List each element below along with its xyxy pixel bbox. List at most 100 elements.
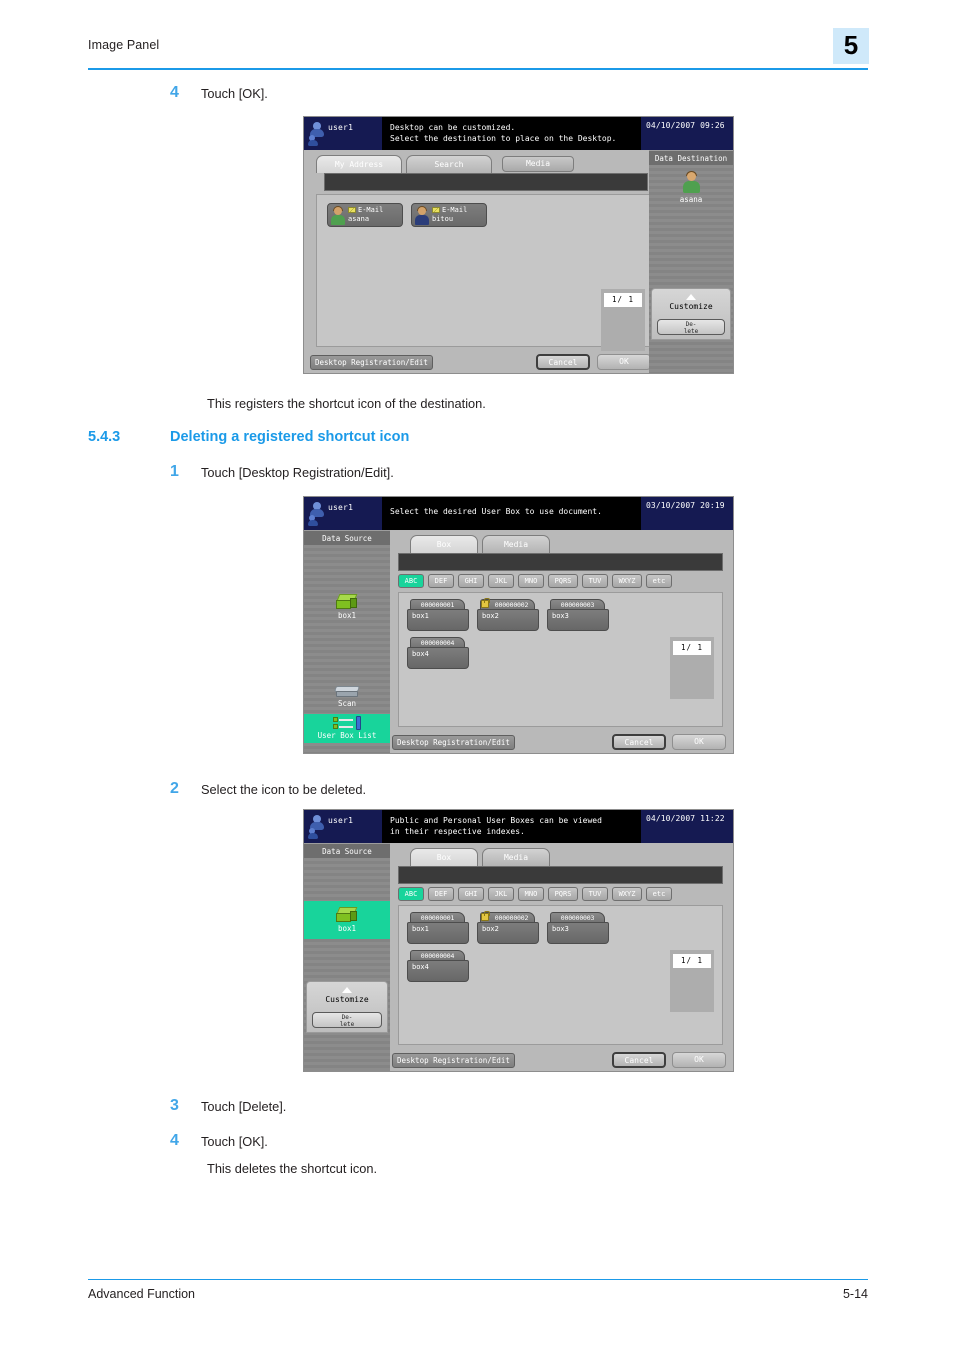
index-tab-jkl[interactable]: JKL xyxy=(488,887,514,901)
sidebar-title: Data Destination xyxy=(649,150,733,165)
index-tab-row-2: ABC DEF GHI JKL MNO PQRS TUV WXYZ etc xyxy=(398,574,723,588)
page-indicator-value: 1/ 1 xyxy=(604,293,642,307)
lcd-user-area: user1 xyxy=(304,810,382,843)
index-tab-wxyz[interactable]: WXYZ xyxy=(612,574,642,588)
lcd-datetime: 04/10/2007 11:22 xyxy=(646,814,725,823)
tab-search[interactable]: Search xyxy=(406,155,492,173)
index-tab-abc[interactable]: ABC xyxy=(398,887,424,901)
tab-box[interactable]: Box xyxy=(410,848,478,866)
search-input-2[interactable] xyxy=(398,553,723,571)
lcd-message: Public and Personal User Boxes can be vi… xyxy=(390,816,602,836)
box-entry-box1[interactable]: 000000001 box1 xyxy=(407,912,469,944)
box-entry-box4[interactable]: 000000004 box4 xyxy=(407,950,469,982)
chapter-badge: 5 xyxy=(833,28,869,64)
sidebar-title: Data Source xyxy=(304,530,390,545)
box-entry-box3[interactable]: 000000003 box3 xyxy=(547,599,609,631)
person-icon xyxy=(331,206,345,225)
ok-button[interactable]: OK xyxy=(672,1052,726,1068)
sidebar-item-box1-selected[interactable]: box1 xyxy=(304,901,390,939)
customize-panel[interactable]: Customize De- lete xyxy=(306,981,388,1033)
delete-button[interactable]: De- lete xyxy=(657,319,725,335)
box-entry-box2[interactable]: 000000002 box2 xyxy=(477,911,539,944)
sidebar-title: Data Source xyxy=(304,843,390,858)
ok-button[interactable]: OK xyxy=(597,354,651,370)
step-instruction: Touch [Desktop Registration/Edit]. xyxy=(201,465,394,480)
caret-up-icon xyxy=(342,987,352,993)
box-entry-box1[interactable]: 000000001 box1 xyxy=(407,599,469,631)
tab-media[interactable]: Media xyxy=(502,156,574,172)
index-tab-etc[interactable]: etc xyxy=(646,574,672,588)
section-title: Deleting a registered shortcut icon xyxy=(170,429,410,445)
box-name: box2 xyxy=(477,609,539,631)
lcd-message: Desktop can be customized. Select the de… xyxy=(390,123,617,143)
sidebar-item-label: User Box List xyxy=(317,731,377,740)
lcd-bottom-bar-3: Desktop Registration/Edit Cancel OK xyxy=(390,1051,733,1071)
sidebar-item-scan[interactable]: Scan xyxy=(304,686,390,708)
page-footer: Advanced Function 5-14 xyxy=(88,1279,868,1301)
user-avatar-icon xyxy=(308,815,325,839)
box-name: box4 xyxy=(407,960,469,982)
index-tab-tuv[interactable]: TUV xyxy=(582,574,608,588)
sidebar-item-user-box-list[interactable]: User Box List xyxy=(304,714,390,743)
index-tab-mno[interactable]: MNO xyxy=(518,574,544,588)
index-tab-mno[interactable]: MNO xyxy=(518,887,544,901)
desktop-registration-edit-button[interactable]: Desktop Registration/Edit xyxy=(310,355,433,370)
step-number: 2 xyxy=(170,780,179,797)
delete-button[interactable]: De- lete xyxy=(312,1012,382,1028)
result-text-1: This registers the shortcut icon of the … xyxy=(207,396,486,411)
sidebar-item-box1[interactable]: box1 xyxy=(304,594,390,620)
ok-button[interactable]: OK xyxy=(672,734,726,750)
header-rule xyxy=(88,68,868,70)
box-entry-box3[interactable]: 000000003 box3 xyxy=(547,912,609,944)
search-input-1[interactable] xyxy=(324,173,648,191)
customize-panel[interactable]: Customize De- lete xyxy=(651,288,731,340)
tab-box[interactable]: Box xyxy=(410,535,478,553)
lcd-datetime: 04/10/2007 09:26 xyxy=(646,121,725,130)
tab-media[interactable]: Media xyxy=(482,848,550,866)
page-header: Image Panel xyxy=(88,36,868,70)
section-number: 5.4.3 xyxy=(88,429,121,445)
envelope-icon xyxy=(348,207,356,213)
box-entry-box4[interactable]: 000000004 box4 xyxy=(407,637,469,669)
index-tab-jkl[interactable]: JKL xyxy=(488,574,514,588)
index-tab-abc[interactable]: ABC xyxy=(398,574,424,588)
lcd-screenshot-2: user1 Select the desired User Box to use… xyxy=(303,496,734,754)
box-name: box1 xyxy=(407,609,469,631)
tab-bar-2: Box Media xyxy=(402,535,682,553)
index-tab-tuv[interactable]: TUV xyxy=(582,887,608,901)
address-type: E-Mail xyxy=(358,206,384,214)
box-entry-box2[interactable]: 000000002 box2 xyxy=(477,598,539,631)
box-list-pane-3: 000000001 box1 000000002 box2 000000003 … xyxy=(398,905,723,1045)
caret-up-icon xyxy=(686,294,696,300)
index-tab-pqrs[interactable]: PQRS xyxy=(548,887,578,901)
index-tab-pqrs[interactable]: PQRS xyxy=(548,574,578,588)
page-indicator-2: 1/ 1 xyxy=(670,637,714,699)
tab-my-address[interactable]: My Address xyxy=(316,155,402,173)
index-tab-etc[interactable]: etc xyxy=(646,887,672,901)
tab-media[interactable]: Media xyxy=(482,535,550,553)
desktop-registration-edit-button[interactable]: Desktop Registration/Edit xyxy=(392,735,515,750)
cancel-button[interactable]: Cancel xyxy=(612,734,666,750)
scanner-icon xyxy=(334,686,360,698)
index-tab-def[interactable]: DEF xyxy=(428,574,454,588)
index-tab-ghi[interactable]: GHI xyxy=(458,574,484,588)
page-indicator-value: 1/ 1 xyxy=(673,641,711,655)
cancel-button[interactable]: Cancel xyxy=(536,354,590,370)
address-entry-asana[interactable]: E-Mail asana xyxy=(327,203,403,227)
page-indicator-1: 1/ 1 xyxy=(601,289,645,351)
sidebar-entry-asana[interactable]: asana xyxy=(649,171,733,204)
index-tab-def[interactable]: DEF xyxy=(428,887,454,901)
index-tab-ghi[interactable]: GHI xyxy=(458,887,484,901)
search-input-3[interactable] xyxy=(398,866,723,884)
address-entry-bitou[interactable]: E-Mail bitou xyxy=(411,203,487,227)
desktop-registration-edit-button[interactable]: Desktop Registration/Edit xyxy=(392,1053,515,1068)
sidebar-item-label: Scan xyxy=(337,699,357,708)
step-number: 4 xyxy=(170,1132,179,1149)
page-indicator-value: 1/ 1 xyxy=(673,954,711,968)
step-instruction: Select the icon to be deleted. xyxy=(201,782,367,797)
person-icon xyxy=(415,206,429,225)
lcd-datetime: 03/10/2007 20:19 xyxy=(646,501,725,510)
step-instruction: Touch [OK]. xyxy=(201,86,268,101)
index-tab-wxyz[interactable]: WXYZ xyxy=(612,887,642,901)
cancel-button[interactable]: Cancel xyxy=(612,1052,666,1068)
